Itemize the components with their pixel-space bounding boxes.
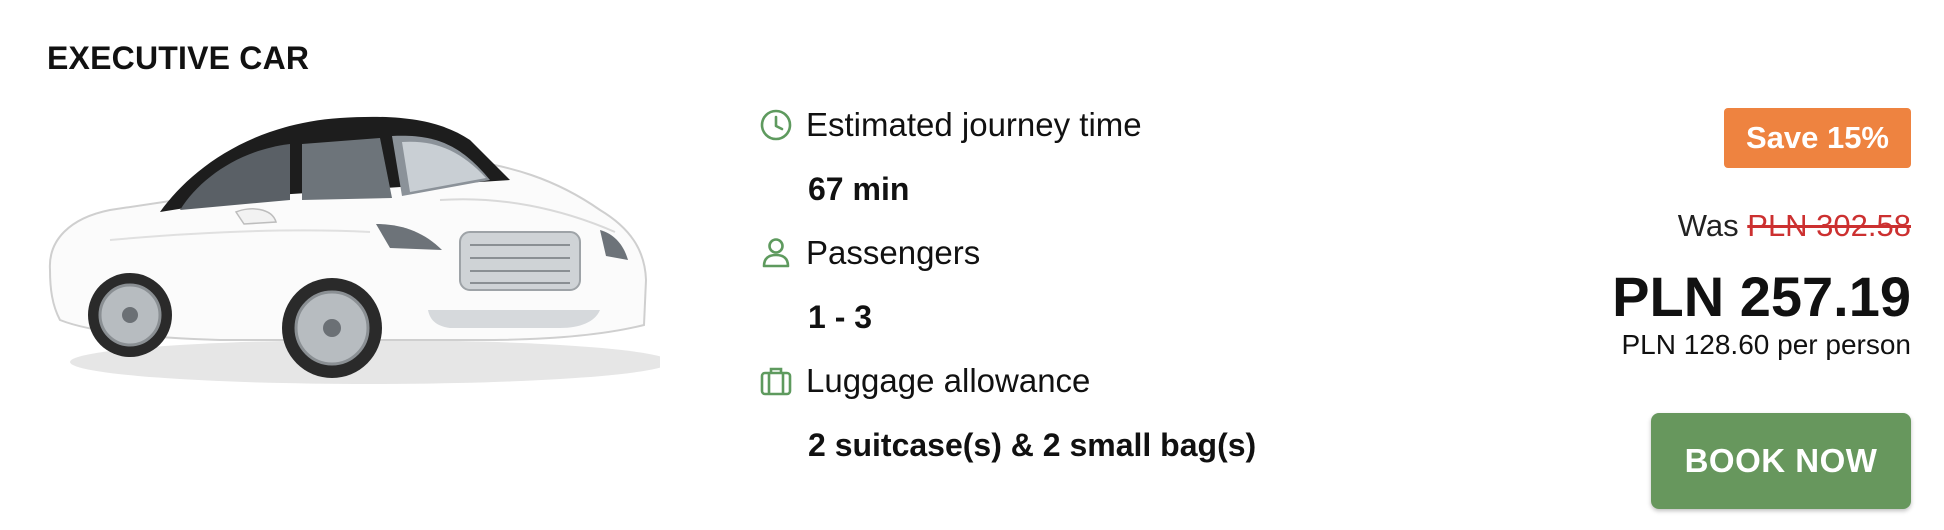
passengers-row: Passengers: [758, 228, 1458, 278]
vehicle-card: EXECUTIVE CAR Estimated journey time 67 …: [0, 0, 1944, 530]
current-price: PLN 257.19: [1612, 265, 1911, 328]
clock-icon: [758, 107, 794, 143]
luggage-value: 2 suitcase(s) & 2 small bag(s): [808, 427, 1257, 463]
was-price: PLN 302.58: [1747, 208, 1911, 243]
pricing-panel: Save 15% Was PLN 302.58 PLN 257.19 PLN 1…: [1391, 108, 1911, 362]
passengers-value: 1 - 3: [808, 299, 873, 335]
was-price-line: Was PLN 302.58: [1391, 208, 1911, 244]
book-now-button[interactable]: BOOK NOW: [1651, 413, 1911, 509]
journey-time-value: 67 min: [808, 171, 910, 207]
save-badge: Save 15%: [1723, 108, 1911, 168]
trip-details: Estimated journey time 67 min Passengers…: [758, 100, 1458, 484]
passengers-label: Passengers: [806, 234, 981, 271]
luggage-row: Luggage allowance: [758, 356, 1458, 406]
person-icon: [758, 235, 794, 271]
car-image: [48, 116, 660, 384]
journey-time-row: Estimated journey time: [758, 100, 1458, 150]
was-label: Was: [1677, 208, 1739, 243]
per-person-price: PLN 128.60 per person: [1621, 329, 1911, 360]
suitcase-icon: [758, 363, 794, 399]
journey-time-label: Estimated journey time: [806, 106, 1142, 143]
vehicle-title: EXECUTIVE CAR: [47, 40, 310, 76]
luggage-label: Luggage allowance: [806, 362, 1091, 399]
